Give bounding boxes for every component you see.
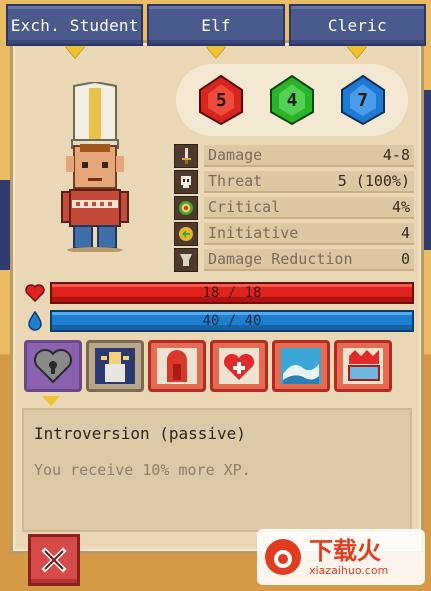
skill-text: You receive 10% more XP. (34, 461, 251, 479)
heart-heal-icon (219, 348, 259, 384)
shield-anvil-icon (174, 248, 198, 272)
skill-title: Introversion (passive) (34, 424, 246, 443)
stat-value: 4% (391, 198, 410, 216)
stat-threat: Threat 5 (100%) (174, 170, 414, 194)
crown-scroll-icon (343, 348, 383, 384)
flame-logo-icon (265, 539, 301, 575)
mana-bar: 40 / 40 (24, 310, 414, 332)
wave-icon (281, 348, 321, 384)
tab-exch-student[interactable]: Exch. Student (6, 4, 144, 58)
skill-introversion[interactable] (24, 340, 82, 392)
tab-elf[interactable]: Elf (147, 4, 285, 58)
skill-selected-arrow-icon (42, 396, 60, 406)
skill-bar (24, 340, 414, 396)
mana-text: 40 / 40 (202, 313, 262, 329)
die-value: 7 (357, 89, 369, 111)
stat-damage: Damage 4-8 (174, 144, 414, 168)
health-track: 18 / 18 (50, 282, 414, 304)
sword-icon (174, 144, 198, 168)
dice-area: 5 4 7 (176, 64, 408, 136)
tab-arrow-icon (347, 46, 368, 58)
drop-icon (24, 310, 46, 332)
stat-label: Critical (208, 198, 281, 216)
tab-arrow-icon (64, 46, 85, 58)
skill-elf-portrait[interactable] (86, 340, 144, 392)
health-bar: 18 / 18 (24, 282, 414, 304)
resource-bars: 18 / 18 40 / 40 (24, 282, 414, 338)
tab-arrow-icon (205, 46, 226, 58)
die-red: 5 (196, 74, 246, 126)
health-text: 18 / 18 (202, 285, 262, 301)
elf-portrait-icon (95, 348, 135, 384)
heart-icon (24, 282, 46, 304)
die-green: 4 (267, 74, 317, 126)
skill-description: Introversion (passive) You receive 10% m… (22, 408, 412, 532)
stat-value: 4 (400, 224, 410, 242)
class-tabs: Exch. Student Elf Cleric (6, 4, 426, 58)
mana-track: 40 / 40 (50, 310, 414, 332)
stat-label: Initiative (208, 224, 299, 242)
stat-damage-reduction: Damage Reduction 0 (174, 248, 414, 272)
tab-cleric[interactable]: Cleric (288, 4, 426, 58)
die-value: 4 (286, 89, 298, 111)
stat-value: 0 (400, 250, 410, 268)
stat-label: Damage Reduction (208, 250, 353, 268)
stats-list: Damage 4-8 Threat 5 (100%) Critical 4% Init… (174, 144, 414, 274)
close-button[interactable] (28, 534, 80, 586)
watermark-sub: xiazaihuo.com (309, 563, 389, 577)
close-icon (41, 547, 67, 573)
stat-value: 4-8 (382, 146, 410, 164)
tab-label: Cleric (327, 15, 387, 35)
tab-label: Elf (201, 15, 231, 35)
skull-icon (174, 170, 198, 194)
skill-heart-heal[interactable] (210, 340, 268, 392)
die-blue: 7 (338, 74, 388, 126)
stat-value: 5 (100%) (337, 172, 410, 190)
introversion-icon (34, 349, 72, 384)
watermark: 下载火 xiazaihuo.com (257, 529, 425, 585)
character-portrait (61, 82, 129, 252)
skill-wave[interactable] (272, 340, 330, 392)
statue-icon (157, 348, 197, 384)
stat-label: Threat (208, 172, 263, 190)
skill-statue[interactable] (148, 340, 206, 392)
stat-initiative: Initiative 4 (174, 222, 414, 246)
stat-label: Damage (208, 146, 263, 164)
target-icon (174, 196, 198, 220)
die-value: 5 (215, 89, 227, 111)
tab-label: Exch. Student (10, 15, 139, 35)
watermark-main: 下载火 (309, 536, 381, 565)
initiative-icon (174, 222, 198, 246)
stat-critical: Critical 4% (174, 196, 414, 220)
skill-crown-scroll[interactable] (334, 340, 392, 392)
